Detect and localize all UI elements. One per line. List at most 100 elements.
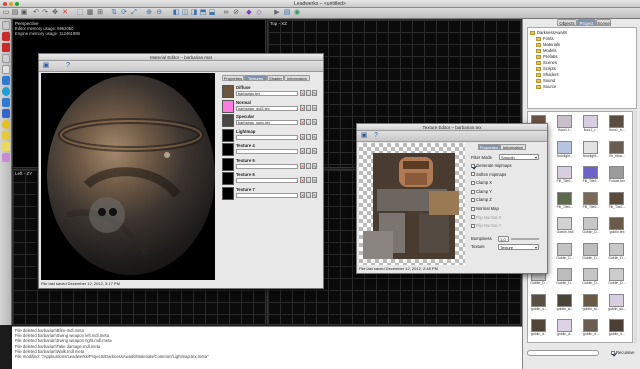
tree-root[interactable]: DarknessAwaits xyxy=(530,30,567,35)
help-icon[interactable]: ? xyxy=(64,62,72,70)
edit-icon[interactable]: ✎ xyxy=(312,177,317,183)
tree-folder[interactable]: Scripts xyxy=(536,66,556,71)
asset-thumbnail[interactable]: floor1_r... xyxy=(582,115,598,132)
decal-tool-icon[interactable] xyxy=(2,153,10,162)
asset-thumbnail[interactable]: goblin_sl... xyxy=(556,293,573,311)
edit-icon[interactable]: ✎ xyxy=(312,191,317,198)
edit-icon[interactable]: ✎ xyxy=(312,104,317,111)
texture-slot-swatch[interactable] xyxy=(222,128,234,142)
asset-thumbnail[interactable]: goblin_d... xyxy=(608,319,625,336)
sphere-tool-icon[interactable] xyxy=(2,87,10,96)
tab-objects[interactable]: Objects xyxy=(557,19,577,26)
zoom-out-icon[interactable]: ⊖ xyxy=(155,9,163,17)
browse-icon[interactable]: … xyxy=(306,104,311,111)
clear-icon[interactable]: ✕ xyxy=(300,177,305,183)
tab-shader[interactable]: Shader xyxy=(267,75,284,81)
texture-option-checkbox[interactable]: Normal Map xyxy=(471,206,499,211)
texture-option-checkbox[interactable]: Soften mipmaps xyxy=(471,172,506,177)
asset-thumbnail[interactable]: Goblin_D... xyxy=(608,242,626,260)
asset-thumbnail[interactable]: goblin_s... xyxy=(530,293,547,311)
texture-slot-swatch[interactable] xyxy=(222,114,234,127)
edit-icon[interactable]: ✎ xyxy=(312,133,317,140)
texture-slot-file[interactable] xyxy=(236,134,298,140)
texture-option-checkbox[interactable]: Clamp X xyxy=(471,180,492,185)
browse-icon[interactable]: … xyxy=(306,90,311,96)
console-log[interactable]: File deleted barbarian\Bfire-mdl.meta Fi… xyxy=(12,326,522,369)
recursive-checkbox[interactable]: Recursive xyxy=(611,350,635,355)
texture-slot-swatch[interactable] xyxy=(222,143,234,156)
terrain-tool-icon[interactable] xyxy=(2,109,10,118)
texture-slot-file[interactable]: barbarian.tex xyxy=(236,91,298,96)
tab-textures[interactable]: Textures xyxy=(244,75,267,81)
select-icon[interactable]: ⬚ xyxy=(76,9,84,17)
translate-icon[interactable]: ⇅ xyxy=(110,9,118,17)
texture-slot-file[interactable]: barbarian_spec.tex xyxy=(236,120,298,125)
tab-scene[interactable]: Scene xyxy=(596,19,611,26)
scale-icon[interactable]: ⤢ xyxy=(130,9,138,17)
edit-icon[interactable]: ✎ xyxy=(312,148,317,154)
asset-thumbnail[interactable]: floor1.t... xyxy=(556,115,572,132)
unlink-icon[interactable]: ⊘ xyxy=(232,9,240,17)
grid-icon[interactable]: ▦ xyxy=(86,9,94,17)
pointlight-tool-icon[interactable] xyxy=(2,120,10,129)
texture-slot-file[interactable] xyxy=(236,178,298,183)
texture-slot-file[interactable] xyxy=(236,163,298,169)
zoom-icon[interactable] xyxy=(15,2,19,6)
play-icon[interactable]: ▶ xyxy=(273,9,281,17)
align-bottom-icon[interactable]: ⬓ xyxy=(208,9,216,17)
texture-slot-swatch[interactable] xyxy=(222,85,234,98)
pointer-tool-icon[interactable] xyxy=(2,21,10,30)
zoom-in-icon[interactable]: ⊕ xyxy=(145,9,153,17)
texture-preview[interactable] xyxy=(359,143,465,265)
camera-tool-icon[interactable] xyxy=(2,65,10,74)
asset-thumbnail[interactable]: goblin_d... xyxy=(556,319,573,336)
asset-thumbnail[interactable]: fin_ritua... xyxy=(608,140,625,158)
asset-thumbnail[interactable]: goblin_sl... xyxy=(582,293,599,311)
save-icon[interactable]: ▣ xyxy=(360,132,368,140)
delete-icon[interactable]: ✕ xyxy=(61,9,69,17)
snap-icon[interactable]: ⊞ xyxy=(96,9,104,17)
close-icon[interactable] xyxy=(3,2,7,6)
edit-icon[interactable]: ✎ xyxy=(312,119,317,125)
tree-folder[interactable]: Scenes xyxy=(536,60,557,65)
directional-light-tool-icon[interactable] xyxy=(2,142,10,151)
texture-type-select[interactable]: Texture ▾ xyxy=(498,244,539,250)
save-icon[interactable]: ▣ xyxy=(42,62,50,70)
tree-folder[interactable]: Shaders xyxy=(536,72,559,77)
move-icon[interactable]: ✥ xyxy=(51,9,59,17)
asset-thumbnail[interactable]: Fill_Tile2... xyxy=(556,191,573,209)
paint-icon[interactable]: ◆ xyxy=(245,9,253,17)
wedge-tool-icon[interactable] xyxy=(2,43,10,52)
tab-properties[interactable]: Properties xyxy=(478,144,500,150)
texture-option-checkbox[interactable]: Generate mipmaps xyxy=(471,163,512,168)
tree-folder[interactable]: Materials xyxy=(536,42,560,47)
align-right-icon[interactable]: ◨ xyxy=(190,9,198,17)
asset-thumbnail[interactable]: Goblin_D... xyxy=(582,268,600,285)
project-tree[interactable]: DarknessAwaits Fonts Materials Models Pr… xyxy=(527,27,637,109)
asset-thumbnail[interactable]: Goblin_D... xyxy=(608,268,626,285)
asset-thumbnail[interactable]: Goblin_D... xyxy=(582,242,600,260)
texture-slot-swatch[interactable] xyxy=(222,99,234,113)
save-icon[interactable]: ▣ xyxy=(20,9,28,17)
thumbnail-scrollbar[interactable] xyxy=(634,111,637,343)
texture-slot-file[interactable] xyxy=(236,192,298,198)
clear-icon[interactable]: ✕ xyxy=(300,119,305,125)
tab-project[interactable]: Project xyxy=(577,19,596,26)
tab-information[interactable]: Information xyxy=(500,144,526,150)
asset-thumbnail[interactable]: Foliole.tex xyxy=(608,166,625,183)
align-center-icon[interactable]: ◫ xyxy=(181,9,189,17)
texture-slot-swatch[interactable] xyxy=(222,157,234,171)
asset-thumbnail[interactable]: Goblin.mdl xyxy=(556,217,573,234)
undo-icon[interactable]: ↶ xyxy=(32,9,40,17)
rotate-icon[interactable]: ⟳ xyxy=(120,9,128,17)
clear-icon[interactable]: ✕ xyxy=(300,191,305,198)
asset-thumbnail[interactable]: Goblin_D... xyxy=(556,242,574,260)
tree-folder[interactable]: Fonts xyxy=(536,36,553,41)
bumpiness-slider[interactable] xyxy=(511,238,539,240)
texture-slot-file[interactable]: barbarian_dot3.tex xyxy=(236,105,298,111)
tree-folder[interactable]: Source xyxy=(536,84,556,89)
asset-thumbnail[interactable]: goblin_d... xyxy=(530,319,547,336)
texture-slot-file[interactable] xyxy=(236,149,298,154)
cylinder-tool-icon[interactable] xyxy=(2,76,10,85)
asset-thumbnail[interactable]: Fill_Tile2... xyxy=(608,191,625,209)
